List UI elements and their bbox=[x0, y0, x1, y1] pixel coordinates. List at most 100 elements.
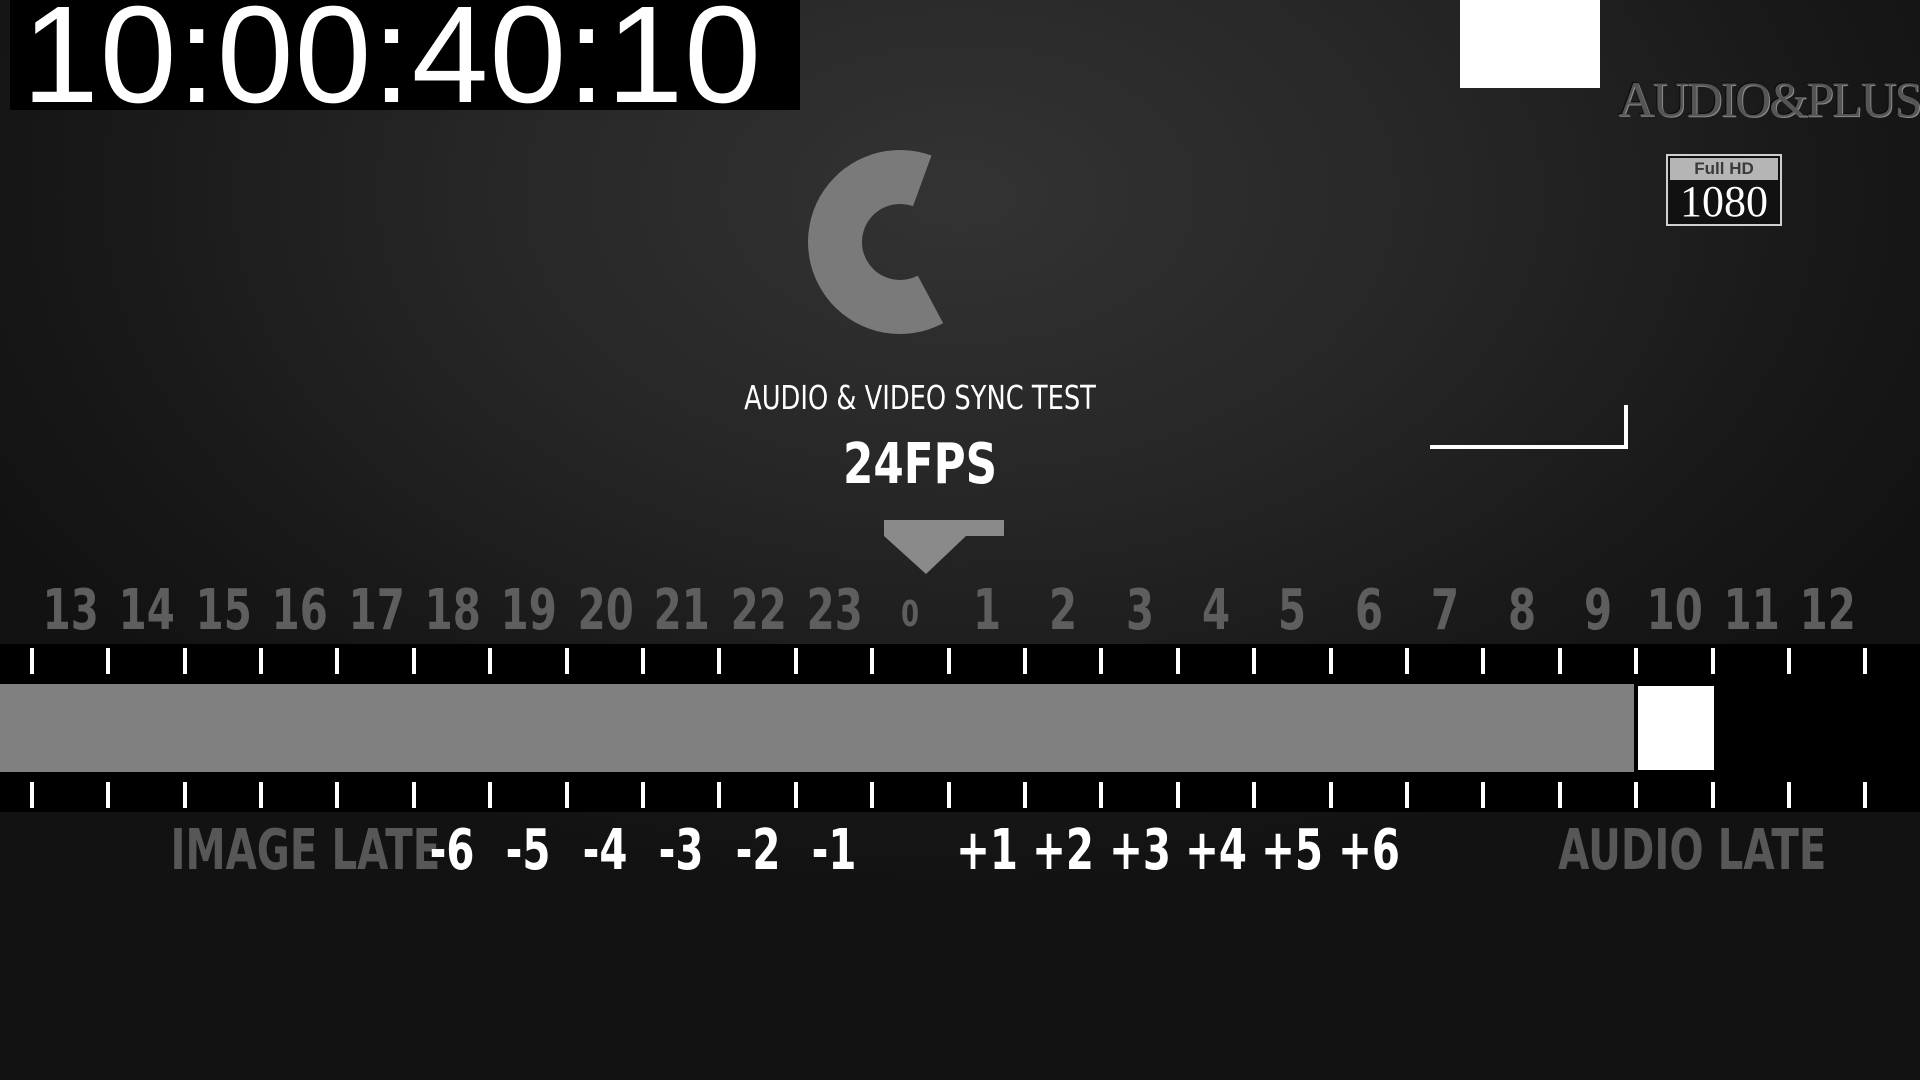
frame-label: 18 bbox=[424, 578, 481, 643]
tick-mark bbox=[106, 782, 111, 808]
offset-label-positive: +5 bbox=[1261, 818, 1324, 883]
tick-mark bbox=[1023, 648, 1027, 674]
sync-test-screen: 10:00:40:10 AUDIO&PLUS Full HD 1080 AUDI… bbox=[0, 0, 1920, 1080]
frame-label: 7 bbox=[1431, 578, 1460, 643]
frame-label: 10 bbox=[1647, 578, 1704, 643]
tick-mark bbox=[717, 648, 722, 674]
corner-bracket-icon bbox=[1430, 405, 1628, 449]
tick-mark bbox=[1023, 782, 1027, 808]
progress-arc-icon bbox=[808, 150, 944, 334]
tick-mark bbox=[1252, 648, 1257, 674]
tick-mark bbox=[1175, 782, 1180, 808]
frame-label: 22 bbox=[730, 578, 787, 643]
frame-label: 20 bbox=[577, 578, 634, 643]
tick-mark bbox=[1710, 782, 1715, 808]
frame-label: 13 bbox=[42, 578, 99, 643]
offset-label-negative: -5 bbox=[505, 818, 551, 883]
frame-label: 3 bbox=[1125, 578, 1154, 643]
frame-label: 5 bbox=[1278, 578, 1307, 643]
sync-bar bbox=[0, 684, 1920, 772]
frame-label: 6 bbox=[1354, 578, 1383, 643]
tick-mark bbox=[564, 648, 569, 674]
full-hd-badge: Full HD 1080 bbox=[1666, 154, 1782, 226]
offset-label-positive: +4 bbox=[1185, 818, 1247, 883]
tick-mark bbox=[1481, 648, 1486, 674]
offset-label-negative: -6 bbox=[429, 818, 475, 883]
image-late-label: IMAGE LATE bbox=[170, 818, 441, 883]
offset-label-positive: +2 bbox=[1032, 818, 1095, 883]
frame-label: 17 bbox=[348, 578, 405, 643]
offset-label-positive: +1 bbox=[955, 818, 1018, 883]
tick-mark bbox=[793, 782, 798, 808]
tick-mark bbox=[411, 782, 416, 808]
tick-mark bbox=[1863, 648, 1868, 674]
offset-label-negative: -2 bbox=[735, 818, 780, 883]
frame-label: 21 bbox=[653, 578, 710, 643]
frame-label: 8 bbox=[1507, 578, 1536, 643]
tick-mark bbox=[1328, 648, 1333, 674]
frame-label: 12 bbox=[1799, 578, 1856, 643]
tick-mark bbox=[335, 648, 340, 674]
tick-mark bbox=[1634, 648, 1639, 674]
tick-mark bbox=[946, 782, 951, 808]
tick-mark bbox=[106, 648, 111, 674]
tick-mark bbox=[1557, 648, 1562, 674]
progress-arc-segment bbox=[808, 150, 944, 334]
frame-label: 16 bbox=[271, 578, 328, 643]
frame-label: 1 bbox=[972, 578, 1001, 643]
frame-label: 19 bbox=[501, 578, 558, 643]
tick-mark bbox=[1405, 782, 1409, 808]
tick-mark bbox=[1481, 782, 1486, 808]
tick-mark bbox=[411, 648, 416, 674]
offset-label-positive: +6 bbox=[1337, 818, 1400, 883]
tick-strip-top bbox=[0, 644, 1920, 684]
tick-mark bbox=[946, 648, 951, 674]
tick-mark bbox=[870, 648, 875, 674]
tick-mark bbox=[488, 648, 493, 674]
sync-cursor bbox=[1638, 686, 1715, 770]
timecode-display: 10:00:40:10 bbox=[10, 0, 800, 110]
tick-mark bbox=[1099, 782, 1104, 808]
offset-label-negative: -4 bbox=[582, 818, 628, 883]
test-title: AUDIO & VIDEO SYNC TEST bbox=[744, 378, 1096, 417]
tick-mark bbox=[1710, 648, 1715, 674]
tick-mark bbox=[1787, 782, 1791, 808]
sync-bar-fill bbox=[0, 684, 1635, 772]
tick-mark bbox=[1252, 782, 1257, 808]
tick-mark bbox=[1175, 648, 1180, 674]
offset-label-negative: -1 bbox=[811, 818, 857, 883]
tick-mark bbox=[641, 782, 645, 808]
frame-label: 4 bbox=[1201, 578, 1231, 643]
tick-mark bbox=[182, 782, 187, 808]
offset-label-negative: -3 bbox=[658, 818, 704, 883]
down-triangle-pointer-icon bbox=[884, 520, 1004, 574]
tick-mark bbox=[717, 782, 722, 808]
frame-label: 15 bbox=[195, 578, 252, 643]
offset-label-positive: +3 bbox=[1108, 818, 1171, 883]
tick-mark bbox=[1787, 648, 1791, 674]
tick-mark bbox=[1863, 782, 1868, 808]
tick-mark bbox=[793, 648, 798, 674]
tick-mark bbox=[870, 782, 875, 808]
brand-logo: AUDIO&PLUS bbox=[1618, 71, 1920, 127]
tick-mark bbox=[259, 782, 263, 808]
tick-mark bbox=[1557, 782, 1562, 808]
tick-mark bbox=[1099, 648, 1104, 674]
tick-mark bbox=[182, 648, 187, 674]
tick-mark bbox=[564, 782, 569, 808]
audio-late-label: AUDIO LATE bbox=[1558, 818, 1827, 883]
flash-square bbox=[1460, 0, 1600, 88]
tick-strip-bottom bbox=[0, 772, 1920, 812]
frame-label: 14 bbox=[119, 578, 176, 643]
frame-label: 2 bbox=[1049, 578, 1078, 643]
frame-label: 11 bbox=[1723, 578, 1780, 643]
tick-mark bbox=[259, 648, 263, 674]
frame-label-zero: 0 bbox=[901, 594, 920, 635]
tick-mark bbox=[29, 782, 34, 808]
tick-mark bbox=[29, 648, 34, 674]
fps-label: 24FPS bbox=[842, 432, 998, 497]
tick-mark bbox=[1328, 782, 1333, 808]
frame-label: 23 bbox=[806, 578, 863, 643]
frame-label: 9 bbox=[1583, 578, 1613, 643]
tick-mark bbox=[335, 782, 340, 808]
